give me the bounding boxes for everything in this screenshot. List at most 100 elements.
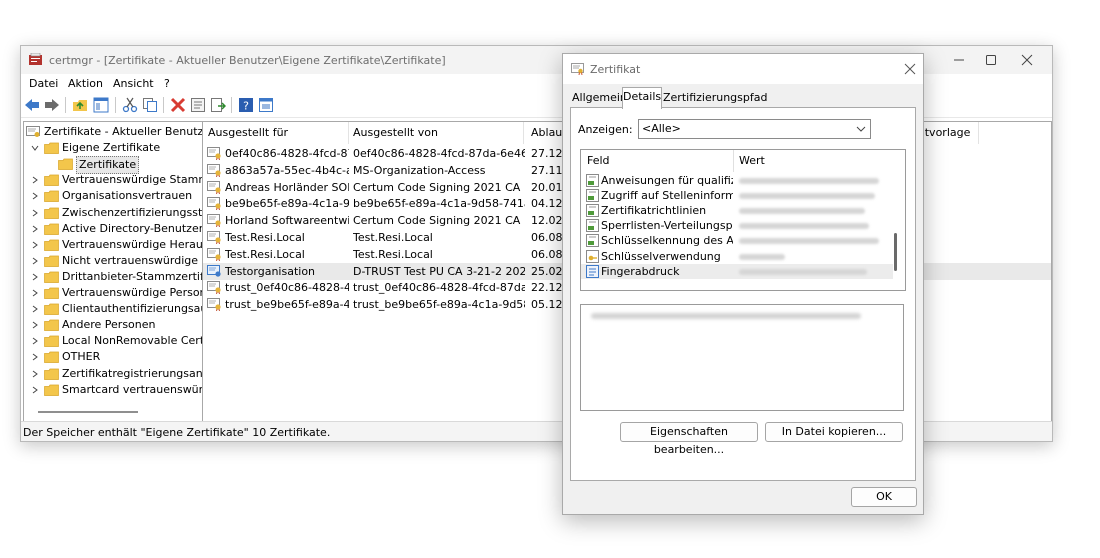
column-header-issued-to[interactable]: Ausgestellt für [208, 122, 349, 144]
tree-node[interactable]: Drittanbieter-Stammzertifizierungsstelle… [24, 269, 202, 285]
show-hide-tree-icon[interactable] [93, 97, 109, 113]
tree-node[interactable]: Nicht vertrauenswürdige Zertifikate [24, 253, 202, 269]
tree-node[interactable]: Eigene Zertifikate [24, 140, 202, 156]
tab-zertifizierungspfad[interactable]: Zertifizierungspfad [663, 89, 767, 107]
copy-icon[interactable] [142, 97, 158, 113]
tree-node[interactable]: Vertrauenswürdige Stammzertifizierungsst… [24, 172, 202, 188]
chevron-right-icon[interactable] [30, 237, 40, 253]
chevron-right-icon[interactable] [30, 349, 40, 365]
field-row[interactable]: Schlüsselverwendung [581, 249, 893, 264]
export-list-icon[interactable] [210, 97, 226, 113]
field-row[interactable]: Sperrlisten-Verteilungspunkte [581, 218, 893, 233]
value-column-header[interactable]: Wert [739, 150, 765, 172]
field-name: Sperrlisten-Verteilungspunkte [601, 219, 733, 233]
dialog-close-icon[interactable] [903, 62, 917, 76]
delete-icon[interactable] [170, 97, 186, 113]
tree-node[interactable]: Zwischenzertifizierungsstellen [24, 205, 202, 221]
tree-node[interactable]: Zertifikate [24, 156, 202, 175]
certificate-icon [207, 247, 222, 261]
tab-allgemein[interactable]: Allgemein [572, 89, 627, 107]
column-header-issued-by[interactable]: Ausgestellt von [353, 122, 524, 144]
properties-icon[interactable] [190, 97, 206, 113]
show-select[interactable]: <Alle> [638, 119, 871, 139]
cell-issued-to: Test.Resi.Local [225, 231, 305, 244]
chevron-right-icon[interactable] [30, 172, 40, 188]
chevron-right-icon[interactable] [30, 333, 40, 349]
field-list-scrollbar[interactable] [894, 233, 897, 271]
tree-node[interactable]: Organisationsvertrauen [24, 188, 202, 204]
chevron-down-icon[interactable] [30, 140, 40, 156]
dialog-title-bar[interactable]: Zertifikat [563, 54, 923, 84]
field-row[interactable]: Zugriff auf Stelleninformatio... [581, 188, 893, 203]
up-folder-icon[interactable] [72, 97, 88, 113]
edit-properties-button[interactable]: Eigenschaften bearbeiten... [620, 422, 758, 456]
cut-icon[interactable] [122, 97, 138, 113]
cell-issued-to: Horland Softwareentwic... [225, 214, 349, 228]
field-row[interactable]: Anweisungen für qualifiziert... [581, 173, 893, 188]
chevron-right-icon[interactable] [30, 366, 40, 382]
tree-node[interactable]: Smartcard vertrauenswürdige Stämme [24, 382, 202, 398]
chevron-right-icon[interactable] [30, 317, 40, 333]
copy-to-file-button[interactable]: In Datei kopieren... [765, 422, 903, 442]
field-row[interactable]: Schlüsselkennung des Antra... [581, 233, 893, 248]
tree-node[interactable]: Andere Personen [24, 317, 202, 333]
maximize-icon[interactable] [983, 52, 999, 68]
toolbar-separator [115, 97, 116, 113]
extension-icon [586, 174, 599, 187]
chevron-right-icon[interactable] [30, 188, 40, 204]
tree-node[interactable]: OTHER [24, 349, 202, 365]
blurred-field-value [739, 178, 879, 184]
status-text: Der Speicher enthält "Eigene Zertifikate… [23, 426, 331, 439]
chevron-right-icon[interactable] [30, 382, 40, 398]
column-header-template[interactable]: atvorlage [918, 122, 979, 144]
cell-issued-to: 0ef40c86-4828-4fcd-87d... [225, 147, 349, 160]
tree-node[interactable]: Vertrauenswürdige Personen [24, 285, 202, 301]
chevron-right-icon[interactable] [30, 301, 40, 317]
cell-issued-by: Test.Resi.Local [353, 247, 433, 261]
tree-node[interactable]: Zertifikatregistrierungsanforderungen [24, 366, 202, 382]
tree-node-label: Vertrauenswürdige Personen [62, 286, 202, 299]
ok-button[interactable]: OK [851, 487, 917, 507]
store-tree[interactable]: Zertifikate - Aktueller Benutzer Eigene Z… [23, 121, 203, 423]
tree-horizontal-scrollbar[interactable] [38, 411, 138, 413]
cell-issued-by: 0ef40c86-4828-4fcd-87da-6e464b... [353, 147, 525, 160]
field-value-box[interactable] [580, 304, 904, 411]
help-icon[interactable]: ? [238, 97, 254, 113]
menu-help[interactable]: ? [164, 77, 170, 90]
blurred-field-value [739, 238, 879, 245]
tree-node-label: Zertifikate - Aktueller Benutzer [44, 125, 203, 138]
menu-ansicht[interactable]: Ansicht [113, 77, 154, 90]
field-column-header[interactable]: Feld [587, 150, 610, 172]
tree-node-label: Active Directory-Benutzerobjekt [62, 221, 203, 235]
tree-node[interactable]: Vertrauenswürdige Herausgeber [24, 237, 202, 253]
cell-issued-to: trust_0ef40c86-4828-4fc... [225, 281, 349, 295]
tree-node-label: Drittanbieter-Stammzertifizierungsstelle… [62, 269, 203, 283]
menu-datei[interactable]: Datei [29, 77, 58, 90]
field-row[interactable]: Fingerabdruck [581, 263, 893, 279]
toolbar-separator [65, 97, 66, 113]
certificate-dialog: Zertifikat Allgemein Details Zertifizier… [562, 53, 924, 515]
tab-details[interactable]: Details [622, 87, 662, 109]
chevron-right-icon[interactable] [30, 285, 40, 301]
back-arrow-icon[interactable] [24, 97, 40, 113]
tree-node[interactable]: Local NonRemovable Certificates [24, 333, 202, 349]
window-title: certmgr - [Zertifikate - Aktueller Benut… [49, 54, 446, 67]
chevron-right-icon[interactable] [30, 205, 40, 221]
certificate-icon [207, 298, 222, 312]
chevron-right-icon[interactable] [30, 253, 40, 269]
menu-aktion[interactable]: Aktion [68, 77, 103, 90]
field-row[interactable]: Zertifikatrichtlinien [581, 203, 893, 218]
field-list[interactable]: Feld Wert Anweisungen für qualifiziert..… [580, 149, 906, 291]
cell-issued-by: Test.Resi.Local [353, 231, 433, 244]
chevron-right-icon[interactable] [30, 221, 40, 237]
chevron-right-icon[interactable] [30, 269, 40, 285]
close-icon[interactable] [1019, 52, 1035, 68]
toolbar-separator [231, 97, 232, 113]
forward-arrow-icon[interactable] [44, 97, 60, 113]
certificate-icon [207, 264, 222, 278]
tree-node[interactable]: Clientauthentifizierungsaussteller [24, 301, 202, 317]
tree-node[interactable]: Active Directory-Benutzerobjekt [24, 221, 202, 237]
view-icon[interactable] [258, 97, 274, 113]
minimize-icon[interactable] [951, 52, 967, 68]
tree-root[interactable]: Zertifikate - Aktueller Benutzer [24, 124, 202, 140]
